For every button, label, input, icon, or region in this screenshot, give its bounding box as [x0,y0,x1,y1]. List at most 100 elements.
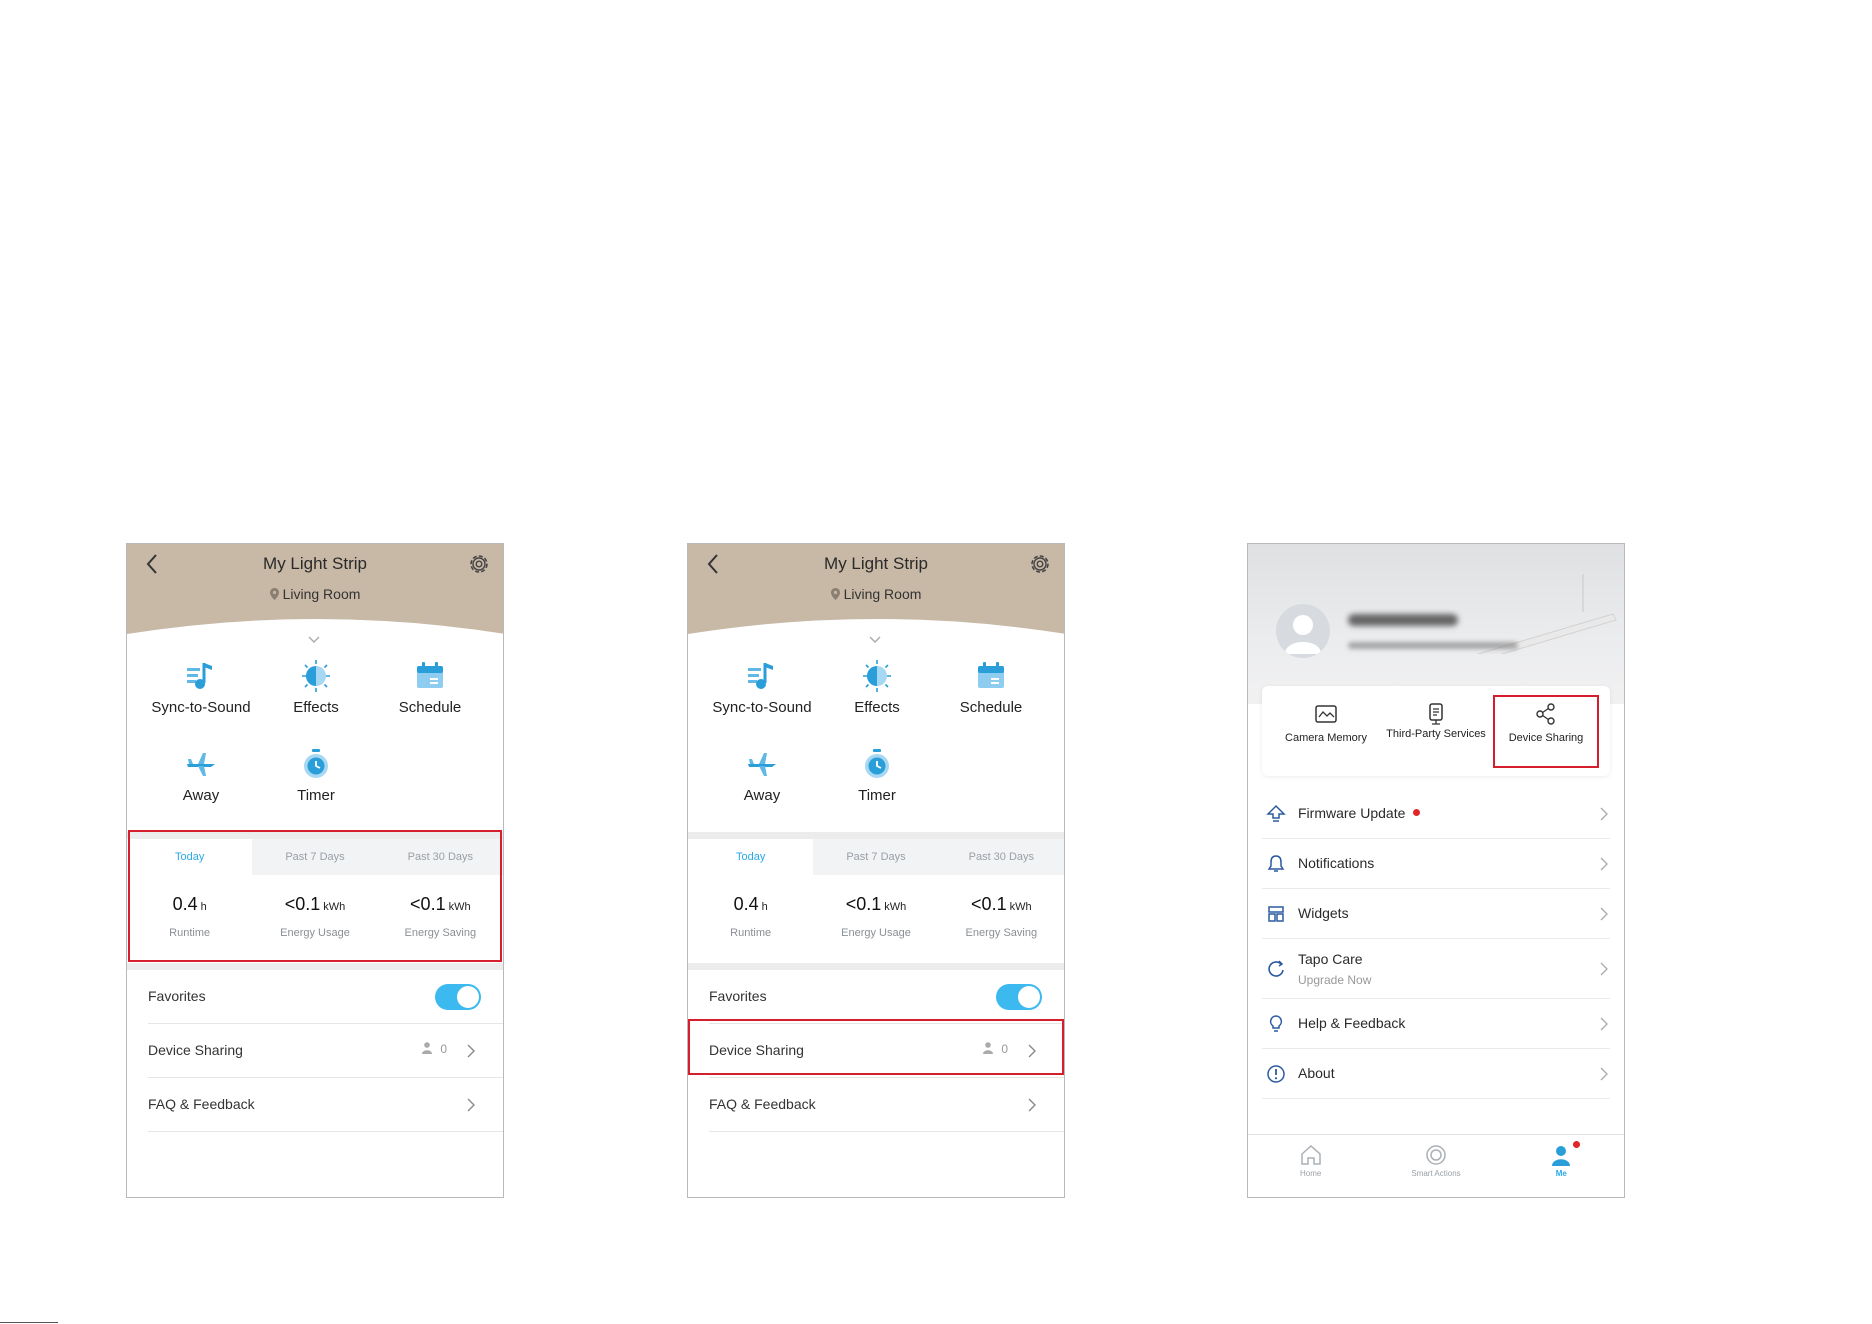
quick-label: Camera Memory [1285,732,1367,744]
feature-timer[interactable]: Timer [256,747,376,804]
stat-value-line: 0.4 h [127,894,252,915]
quick-device-sharing[interactable]: Device Sharing [1490,686,1602,776]
gear-icon[interactable] [467,552,491,576]
row-faq-feedback[interactable]: FAQ & Feedback [688,1078,1064,1132]
stat-value-line: <0.1 kWh [378,894,503,915]
widgets-icon [1268,906,1284,922]
toggle-knob [457,986,479,1008]
row-device-sharing[interactable]: Device Sharing 0 [127,1024,503,1078]
stat-energy-usage: <0.1 kWh Energy Usage [813,894,938,939]
stat-value-line: <0.1 kWh [939,894,1064,915]
quick-camera-memory[interactable]: Camera Memory [1270,686,1382,776]
firmware-update-icon [1266,804,1286,822]
stat-value-line: 0.4 h [688,894,813,915]
user-icon [983,1042,994,1054]
feature-away[interactable]: Away [702,747,822,804]
blurred-email [1348,642,1518,649]
menu-widgets[interactable]: Widgets [1248,889,1624,939]
phone-screen-device-stats: My Light Strip Living Room Sync-to-Sound… [126,543,504,1198]
chevron-down-icon[interactable] [307,636,321,644]
feature-label: Timer [858,787,896,804]
feature-label: Effects [293,699,339,716]
share-count-value: 0 [1001,1042,1008,1056]
chevron-right-icon [1600,907,1608,921]
tab-me[interactable]: Me [1499,1135,1624,1197]
feature-timer[interactable]: Timer [817,747,937,804]
stat-unit: kWh [884,901,907,913]
menu-firmware-update[interactable]: Firmware Update [1248,789,1624,839]
stat-unit: h [761,901,768,913]
menu-label: Firmware Update [1298,805,1421,821]
stat-runtime: 0.4 h Runtime [127,894,252,939]
feature-schedule[interactable]: Schedule [931,659,1051,716]
row-label: FAQ & Feedback [709,1096,816,1112]
tab-past-30-days[interactable]: Past 30 Days [939,839,1064,875]
row-faq-feedback[interactable]: FAQ & Feedback [127,1078,503,1132]
effects-icon [302,660,330,692]
menu-about[interactable]: About [1248,1049,1624,1099]
section-divider [688,832,1064,839]
tab-today[interactable]: Today [127,839,253,875]
stat-value: 0.4 [172,894,198,914]
stats-values: 0.4 h Runtime <0.1 kWh Energy Usage <0.1 kW… [688,894,1064,939]
device-room: Living Room [127,586,503,602]
stat-energy-usage: <0.1 kWh Energy Usage [252,894,377,939]
menu-notifications[interactable]: Notifications [1248,839,1624,889]
menu-label: About [1298,1065,1335,1081]
share-count: 0 [983,1042,1008,1056]
menu-help-feedback[interactable]: Help & Feedback [1248,999,1624,1049]
airplane-icon [187,753,215,776]
feature-sync-to-sound[interactable]: Sync-to-Sound [141,659,261,716]
favorites-toggle[interactable] [435,984,481,1010]
tab-past-7-days[interactable]: Past 7 Days [252,839,377,875]
stats-period-tabs: Today Past 7 Days Past 30 Days [688,839,1064,875]
row-label: Device Sharing [709,1042,804,1058]
row-label: FAQ & Feedback [148,1096,255,1112]
feature-schedule[interactable]: Schedule [370,659,490,716]
feature-away[interactable]: Away [141,747,261,804]
stat-label: Energy Saving [965,927,1038,939]
chevron-right-icon [1600,807,1608,821]
stat-value-line: <0.1 kWh [813,894,938,915]
feature-label: Schedule [959,699,1023,716]
quick-label: Third-Party Services [1386,728,1486,740]
lightbulb-icon [1269,1015,1283,1032]
stat-value-line: <0.1 kWh [252,894,377,915]
device-header: My Light Strip Living Room [688,544,1064,636]
tab-past-7-days[interactable]: Past 7 Days [813,839,938,875]
airplane-icon [748,753,776,776]
menu-tapo-care[interactable]: Tapo Care Upgrade Now [1248,939,1624,999]
menu-label: Help & Feedback [1298,1015,1406,1031]
stat-runtime: 0.4 h Runtime [688,894,813,939]
row-device-sharing[interactable]: Device Sharing 0 [688,1024,1064,1078]
quick-third-party-services[interactable]: Third-Party Services [1380,686,1492,776]
third-party-icon [1429,703,1443,725]
feature-effects[interactable]: Effects [817,659,937,716]
gear-icon[interactable] [1028,552,1052,576]
tab-today[interactable]: Today [688,839,814,875]
bell-icon [1267,855,1285,872]
tab-smart-actions[interactable]: Smart Actions [1373,1135,1498,1197]
tab-past-30-days[interactable]: Past 30 Days [378,839,503,875]
effects-icon [863,660,891,692]
stat-energy-saving: <0.1 kWh Energy Saving [378,894,503,939]
location-pin-icon [830,588,840,600]
tapo-care-icon [1268,960,1284,977]
feature-label: Away [182,787,220,804]
stat-label: Energy Usage [280,927,350,939]
favorites-toggle[interactable] [996,984,1042,1010]
feature-effects[interactable]: Effects [256,659,376,716]
tab-label: Me [1555,1169,1567,1178]
tab-home[interactable]: Home [1248,1135,1373,1197]
stat-value: <0.1 [845,894,882,914]
chevron-down-icon[interactable] [868,636,882,644]
calendar-icon [978,662,1004,688]
section-divider [127,832,503,839]
menu-sublabel: Upgrade Now [1298,973,1372,987]
feature-sync-to-sound[interactable]: Sync-to-Sound [702,659,822,716]
location-pin-icon [269,588,279,600]
stat-unit: kWh [323,901,346,913]
stat-value: <0.1 [284,894,321,914]
avatar[interactable] [1276,604,1330,658]
user-icon [422,1042,433,1054]
